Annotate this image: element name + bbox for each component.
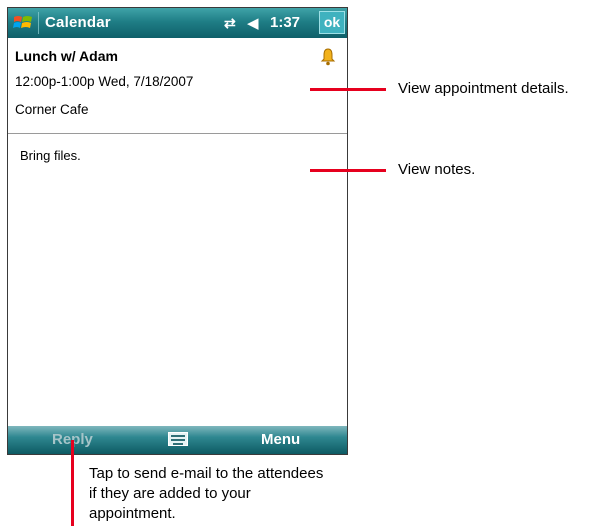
bell-icon <box>320 48 336 66</box>
callout-line-details <box>310 88 386 91</box>
connectivity-icon[interactable]: ⇄ <box>224 15 236 32</box>
appointment-details[interactable]: Lunch w/ Adam 12:00p-1:00p Wed, 7/18/200… <box>8 38 347 134</box>
callout-reply: Tap to send e-mail to the attendees if t… <box>89 465 324 522</box>
appointment-time: 12:00p-1:00p Wed, 7/18/2007 <box>15 74 194 89</box>
callout-notes: View notes. <box>398 161 476 178</box>
device-screen: Calendar ⇄ ◀︎ 1:37 ok Lunch w/ Adam 12:0… <box>7 7 348 455</box>
notes-text[interactable]: Bring files. <box>20 148 81 163</box>
callout-line-reply <box>71 440 74 526</box>
callout-line-notes <box>310 169 386 172</box>
ok-button[interactable]: ok <box>319 11 345 34</box>
windows-start-icon[interactable] <box>12 12 34 34</box>
title-separator <box>38 12 39 34</box>
appointment-location: Corner Cafe <box>15 102 89 117</box>
clock[interactable]: 1:37 <box>270 14 300 31</box>
menu-bar: Reply Menu <box>8 426 347 454</box>
app-title: Calendar <box>45 14 111 31</box>
appointment-title: Lunch w/ Adam <box>15 48 118 64</box>
menu-button[interactable]: Menu <box>261 431 300 448</box>
speaker-icon[interactable]: ◀︎ <box>247 14 259 32</box>
title-bar: Calendar ⇄ ◀︎ 1:37 ok <box>8 8 347 38</box>
callout-details: View appointment details. <box>398 80 569 97</box>
keyboard-icon[interactable] <box>168 432 188 446</box>
